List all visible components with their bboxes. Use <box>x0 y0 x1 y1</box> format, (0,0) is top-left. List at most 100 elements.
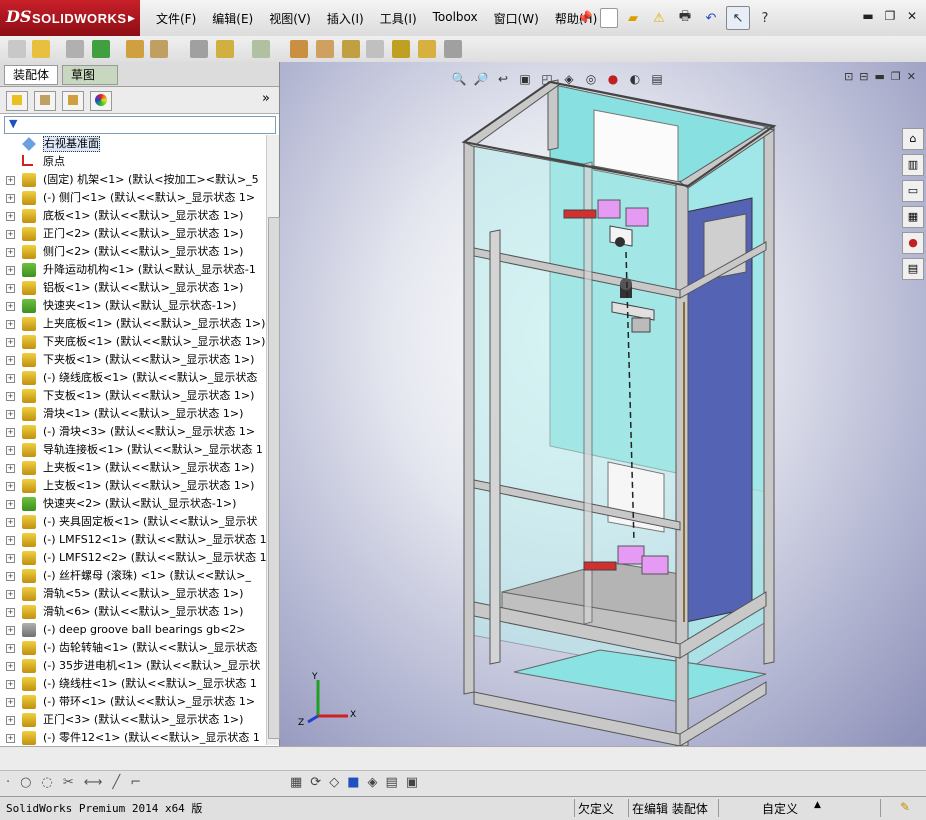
tree-item[interactable]: + 导轨连接板<1> (默认<<默认>_显示状态 1 <box>0 441 266 459</box>
expand-icon[interactable]: + <box>6 410 15 419</box>
circle-icon[interactable]: ○ <box>20 775 31 790</box>
pin-icon[interactable]: 📌 <box>574 7 596 29</box>
expand-icon[interactable]: + <box>6 212 15 221</box>
expand-icon[interactable]: + <box>6 734 15 743</box>
select-pointer-icon[interactable]: ↖ <box>726 6 750 30</box>
new-motion-study-icon[interactable] <box>290 40 308 58</box>
expand-icon[interactable]: + <box>6 266 15 275</box>
table-icon[interactable]: ▤ <box>386 775 398 790</box>
expand-icon[interactable]: + <box>6 356 15 365</box>
print-icon[interactable]: 🖶 <box>674 7 696 29</box>
tree-item[interactable]: 右视基准面 <box>0 135 266 153</box>
tree-item[interactable]: + 上夹板<1> (默认<<默认>_显示状态 1>) <box>0 459 266 477</box>
expand-icon[interactable]: + <box>6 302 15 311</box>
expand-icon[interactable]: + <box>6 698 15 707</box>
mate-icon[interactable] <box>32 40 50 58</box>
centerpoint-arc-icon[interactable]: ◌ <box>41 775 52 790</box>
tree-item[interactable]: + (-) deep groove ball bearings gb<2> <box>0 621 266 639</box>
property-manager-icon[interactable] <box>34 91 56 111</box>
paperclip-icon[interactable] <box>66 40 84 58</box>
custom-properties-icon[interactable]: ▤ <box>902 258 924 280</box>
design-library-icon[interactable]: ▥ <box>902 154 924 176</box>
expand-icon[interactable]: + <box>6 518 15 527</box>
line-icon[interactable]: ╱ <box>112 775 120 790</box>
tree-item[interactable]: + 下夹板<1> (默认<<默认>_显示状态 1>) <box>0 351 266 369</box>
expand-icon[interactable]: + <box>6 338 15 347</box>
solidworks-logo[interactable]: DS SOLIDWORKS ▶ <box>0 0 140 36</box>
tree-item[interactable]: + 下支板<1> (默认<<默认>_显示状态 1>) <box>0 387 266 405</box>
tree-item[interactable]: + 滑块<1> (默认<<默认>_显示状态 1>) <box>0 405 266 423</box>
expand-icon[interactable]: + <box>6 320 15 329</box>
tree-item[interactable]: + 升降运动机构<1> (默认<默认_显示状态-1 <box>0 261 266 279</box>
expand-panel-icon[interactable]: » <box>262 91 270 106</box>
exploded-view-icon[interactable] <box>342 40 360 58</box>
tab-sketch[interactable]: 草图 <box>62 65 118 85</box>
tree-item[interactable]: + (-) 齿轮转轴<1> (默认<<默认>_显示状态 <box>0 639 266 657</box>
units-selector[interactable]: 自定义 <box>762 800 798 817</box>
tree-item[interactable]: + (-) 35步进电机<1> (默认<<默认>_显示状 <box>0 657 266 675</box>
tree-item[interactable]: + (-) 夹具固定板<1> (默认<<默认>_显示状 <box>0 513 266 531</box>
menu-insert[interactable]: 插入(I) <box>319 10 372 27</box>
trim-icon[interactable]: ✂ <box>63 775 74 790</box>
file-explorer-icon[interactable]: ▭ <box>902 180 924 202</box>
expand-icon[interactable]: + <box>6 716 15 725</box>
expand-icon[interactable]: + <box>6 392 15 401</box>
expand-icon[interactable]: + <box>6 500 15 509</box>
appearances-icon[interactable]: ● <box>902 232 924 254</box>
undo-icon[interactable]: ↶ <box>700 7 722 29</box>
expand-icon[interactable]: + <box>6 608 15 617</box>
tree-item[interactable]: + (-) 绕线柱<1> (默认<<默认>_显示状态 1 <box>0 675 266 693</box>
tree-item[interactable]: + 快速夹<1> (默认<默认_显示状态-1>) <box>0 297 266 315</box>
menu-window[interactable]: 窗口(W) <box>486 10 547 27</box>
expand-icon[interactable]: + <box>6 374 15 383</box>
shaded-cube-icon[interactable]: ■ <box>347 775 359 790</box>
expand-icon[interactable]: + <box>6 230 15 239</box>
feature-tree-icon[interactable] <box>6 91 28 111</box>
expand-icon[interactable]: + <box>6 176 15 185</box>
grid-icon[interactable]: ▦ <box>290 775 302 790</box>
minimize-icon[interactable]: ▬ <box>860 8 876 24</box>
tree-item[interactable]: + 侧门<2> (默认<<默认>_显示状态 1>) <box>0 243 266 261</box>
assembly-model[interactable] <box>280 62 926 746</box>
menu-file[interactable]: 文件(F) <box>148 10 204 27</box>
tree-item[interactable]: + 下夹底板<1> (默认<<默认>_显示状态 1>) <box>0 333 266 351</box>
tree-item[interactable]: + 滑轨<6> (默认<<默认>_显示状态 1>) <box>0 603 266 621</box>
tree-scrollbar[interactable] <box>266 135 280 745</box>
filter-icon[interactable]: ▼ <box>9 117 17 130</box>
expand-icon[interactable]: + <box>6 482 15 491</box>
expand-icon[interactable]: + <box>6 194 15 203</box>
expand-icon[interactable]: + <box>6 644 15 653</box>
menu-tools[interactable]: 工具(I) <box>372 10 425 27</box>
expand-icon[interactable]: + <box>6 680 15 689</box>
tree-item[interactable]: + 正门<3> (默认<<默认>_显示状态 1>) <box>0 711 266 729</box>
tree-item[interactable]: + (-) LMFS12<2> (默认<<默认>_显示状态 1 <box>0 549 266 567</box>
tree-filter-input[interactable]: ▼ <box>4 116 276 134</box>
expand-icon[interactable]: + <box>6 536 15 545</box>
tree-item[interactable]: + 滑轨<5> (默认<<默认>_显示状态 1>) <box>0 585 266 603</box>
tag-icon[interactable]: ✎ <box>900 800 910 814</box>
expand-icon[interactable]: + <box>6 590 15 599</box>
expand-icon[interactable]: + <box>6 554 15 563</box>
tree-item[interactable]: + 正门<2> (默认<<默认>_显示状态 1>) <box>0 225 266 243</box>
show-hidden-icon[interactable] <box>190 40 208 58</box>
point-icon[interactable]: · <box>6 775 10 790</box>
reference-geometry-icon[interactable] <box>252 40 270 58</box>
component-pattern-icon[interactable] <box>92 40 110 58</box>
isometric-cube-icon[interactable]: ◇ <box>329 775 339 790</box>
expand-icon[interactable]: + <box>6 464 15 473</box>
interference-detection-icon[interactable] <box>392 40 410 58</box>
tree-item[interactable]: + 快速夹<2> (默认<默认_显示状态-1>) <box>0 495 266 513</box>
expand-icon[interactable]: + <box>6 626 15 635</box>
clearance-verification-icon[interactable] <box>418 40 436 58</box>
tree-item[interactable]: + (-) LMFS12<1> (默认<<默认>_显示状态 1 <box>0 531 266 549</box>
bill-of-materials-icon[interactable] <box>316 40 334 58</box>
rotate-view-icon[interactable]: ⟳ <box>310 775 321 790</box>
tab-assembly[interactable]: 装配体 <box>4 65 59 85</box>
tree-item[interactable]: + (-) 带环<1> (默认<<默认>_显示状态 1> <box>0 693 266 711</box>
tree-item[interactable]: + (-) 绕线底板<1> (默认<<默认>_显示状态 <box>0 369 266 387</box>
expand-icon[interactable]: + <box>6 284 15 293</box>
tree-item[interactable]: + (-) 侧门<1> (默认<<默认>_显示状态 1> <box>0 189 266 207</box>
mirror-icon[interactable]: ⟷ <box>84 775 103 790</box>
assembly-features-icon[interactable] <box>216 40 234 58</box>
units-arrow-icon[interactable]: ▲ <box>814 800 821 810</box>
